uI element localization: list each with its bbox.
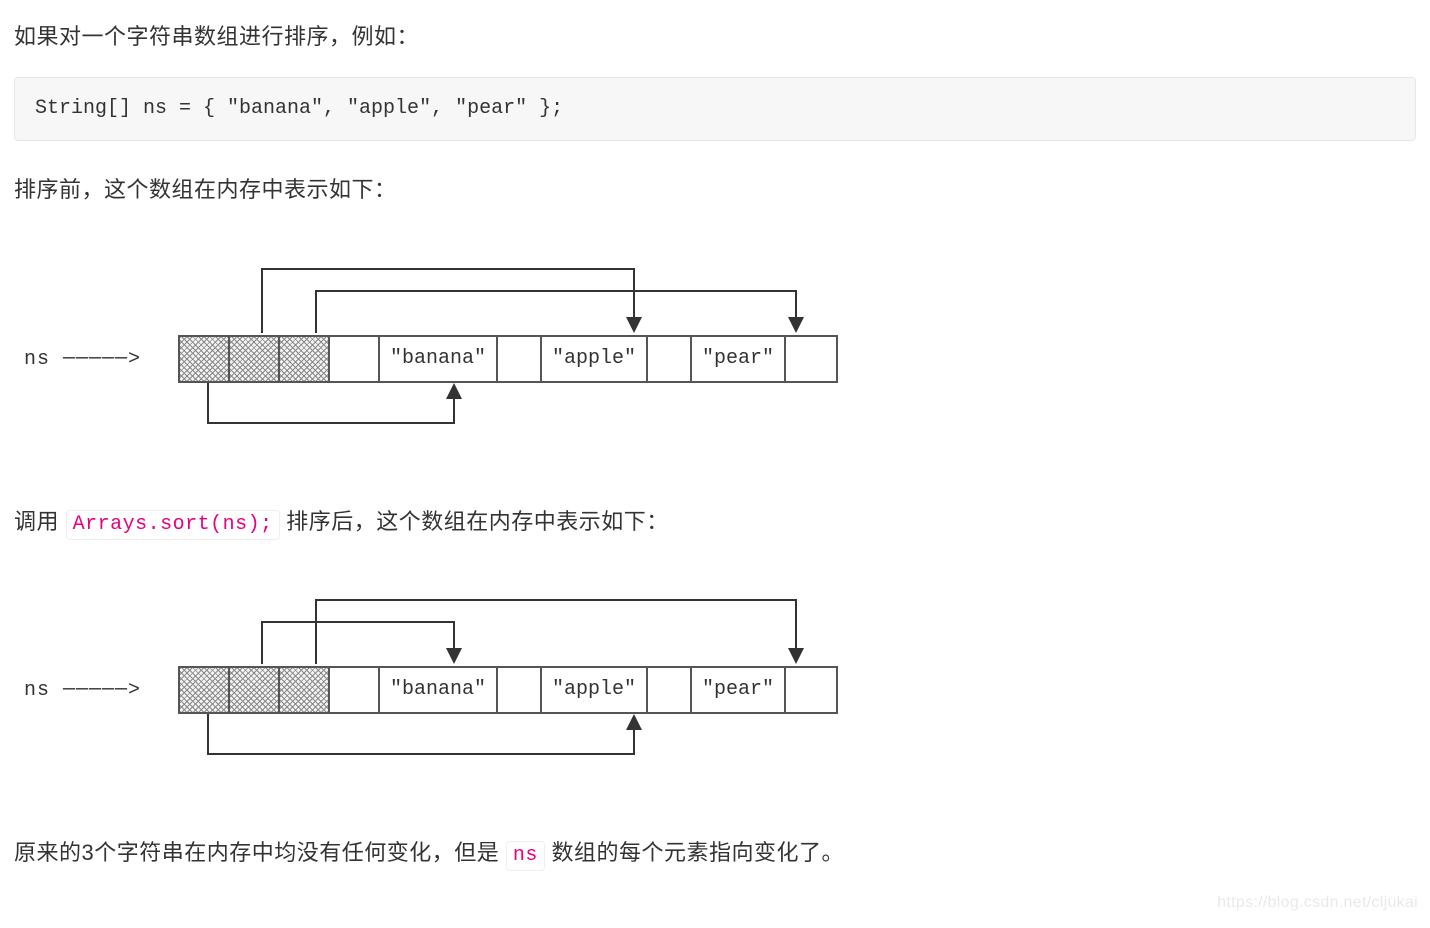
array-slot-0 bbox=[180, 337, 230, 381]
diagram-after-sort: ns ─────> "banana" "apple" "pear" bbox=[14, 574, 1416, 784]
string-banana: "banana" bbox=[380, 668, 498, 712]
memory-cells: "banana" "apple" "pear" bbox=[178, 666, 838, 714]
paragraph-intro: 如果对一个字符串数组进行排序，例如： bbox=[14, 18, 1416, 55]
inline-code-sort: Arrays.sort(ns); bbox=[66, 510, 280, 540]
heap-gap bbox=[648, 337, 692, 381]
array-slot-1 bbox=[230, 337, 280, 381]
string-apple: "apple" bbox=[542, 337, 648, 381]
text-before-code: 调用 bbox=[14, 509, 59, 534]
heap-gap bbox=[498, 668, 542, 712]
ns-label: ns ─────> bbox=[24, 343, 141, 377]
paragraph-before-sort: 排序前，这个数组在内存中表示如下： bbox=[14, 171, 1416, 208]
memory-cells: "banana" "apple" "pear" bbox=[178, 335, 838, 383]
string-apple: "apple" bbox=[542, 668, 648, 712]
paragraph-after-sort: 调用 Arrays.sort(ns); 排序后，这个数组在内存中表示如下： bbox=[14, 503, 1416, 540]
array-slot-2 bbox=[280, 337, 330, 381]
text-before-code: 原来的3个字符串在内存中均没有任何变化，但是 bbox=[14, 840, 499, 865]
array-slot-2 bbox=[280, 668, 330, 712]
code-block: String[] ns = { "banana", "apple", "pear… bbox=[14, 77, 1416, 141]
watermark: https://blog.csdn.net/cljukai bbox=[1217, 889, 1418, 916]
string-pear: "pear" bbox=[692, 668, 786, 712]
array-slot-1 bbox=[230, 668, 280, 712]
paragraph-conclusion: 原来的3个字符串在内存中均没有任何变化，但是 ns 数组的每个元素指向变化了。 bbox=[14, 834, 1416, 871]
text-after-code: 排序后，这个数组在内存中表示如下： bbox=[286, 509, 669, 534]
heap-gap bbox=[648, 668, 692, 712]
inline-code-ns: ns bbox=[506, 841, 545, 871]
heap-gap bbox=[330, 337, 380, 381]
heap-gap bbox=[786, 668, 836, 712]
heap-gap bbox=[330, 668, 380, 712]
heap-gap bbox=[786, 337, 836, 381]
string-pear: "pear" bbox=[692, 337, 786, 381]
ns-label: ns ─────> bbox=[24, 674, 141, 708]
text-after-code: 数组的每个元素指向变化了。 bbox=[552, 840, 845, 865]
diagram-before-sort: ns ─────> "banana" "apple" "pear" bbox=[14, 243, 1416, 453]
array-slot-0 bbox=[180, 668, 230, 712]
string-banana: "banana" bbox=[380, 337, 498, 381]
heap-gap bbox=[498, 337, 542, 381]
